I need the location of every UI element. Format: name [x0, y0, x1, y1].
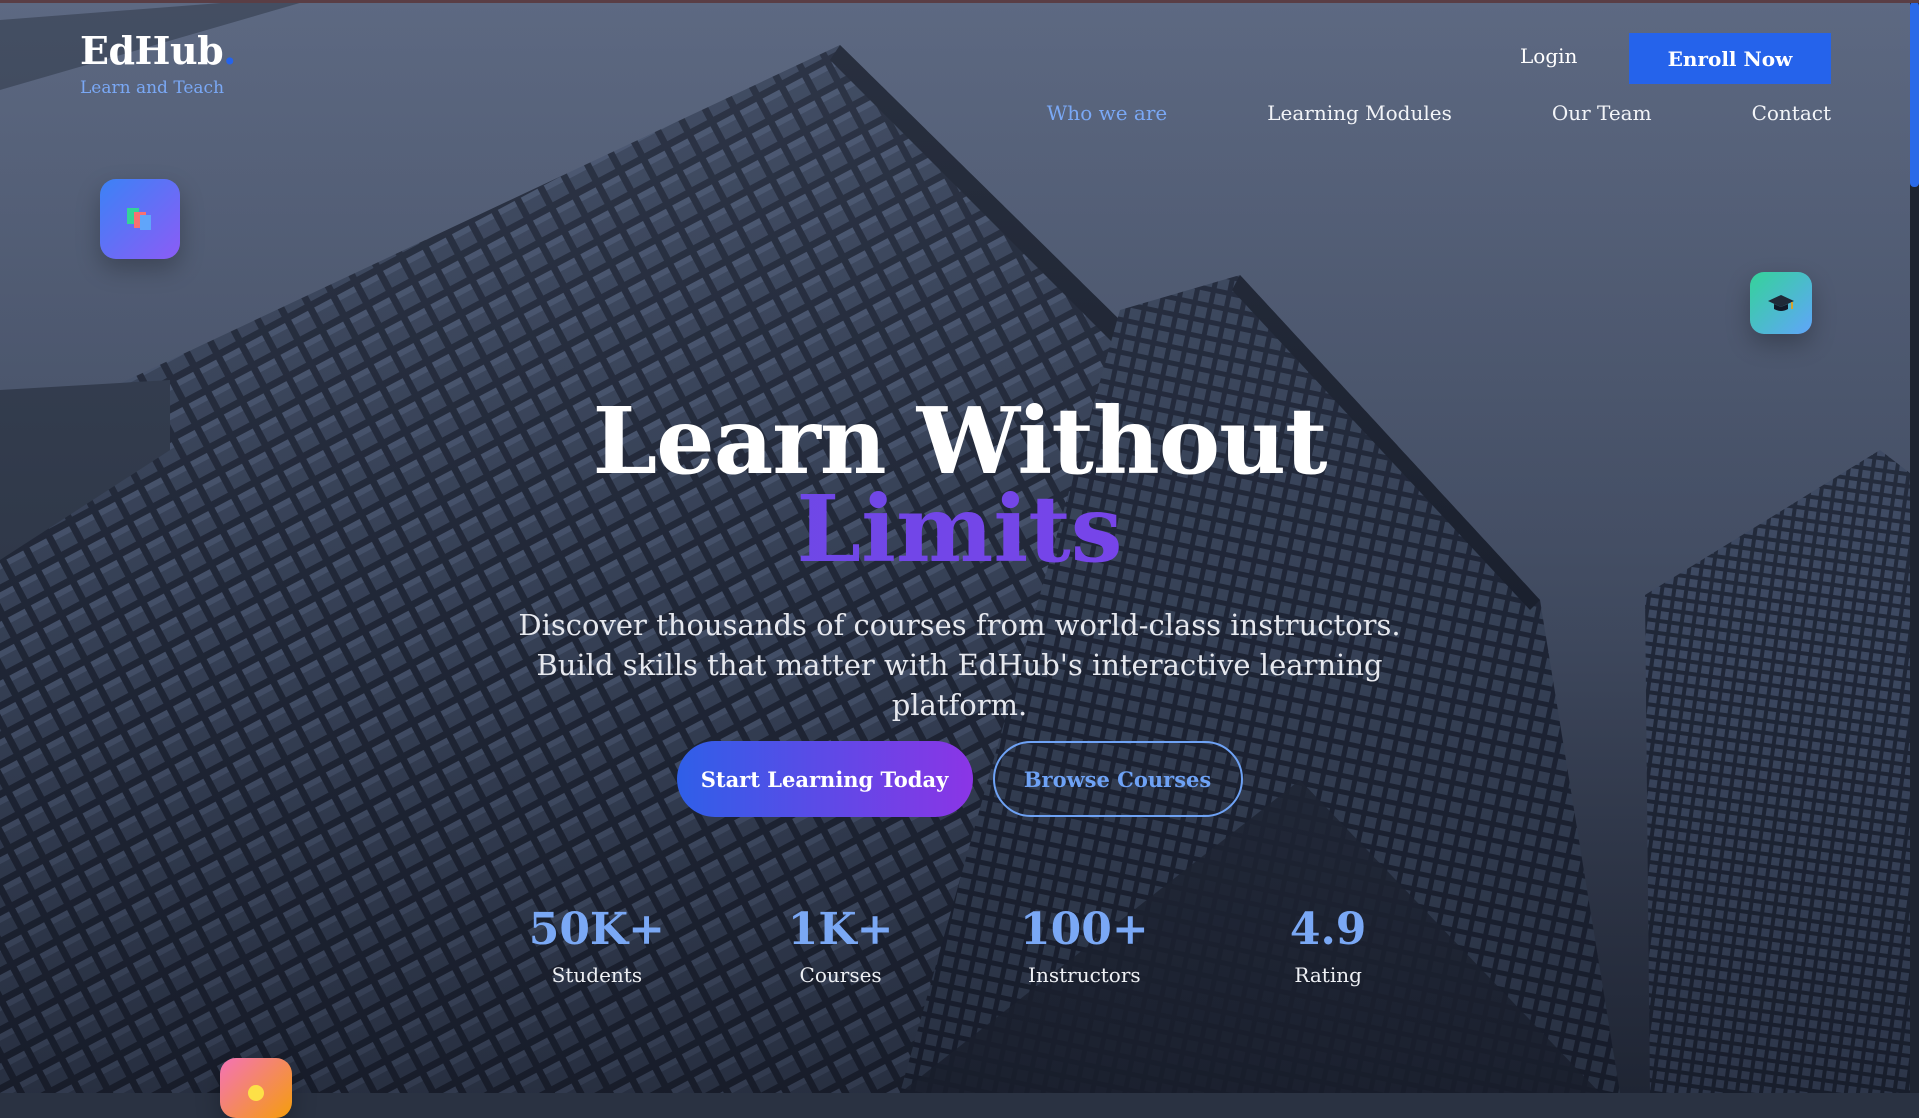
stat-label: Instructors: [1028, 963, 1141, 987]
stat-value: 4.9: [1289, 904, 1367, 955]
nav-item-learning-modules[interactable]: Learning Modules: [1267, 101, 1452, 125]
brand-tagline: Learn and Teach: [80, 78, 225, 98]
stats-row: 50K+ Students 1K+ Courses 100+ Instructo…: [475, 904, 1450, 988]
enroll-now-button[interactable]: Enroll Now: [1629, 33, 1831, 84]
books-icon: [100, 179, 180, 259]
stat-value: 100+: [1020, 904, 1149, 955]
brand-dot: .: [223, 28, 236, 73]
stat-courses: 1K+ Courses: [719, 904, 963, 988]
main-nav: Who we are Learning Modules Our Team Con…: [1047, 101, 1831, 125]
stat-value: 1K+: [787, 904, 894, 955]
stat-students: 50K+ Students: [475, 904, 719, 988]
cta-row: Start Learning Today Browse Courses: [0, 741, 1919, 817]
hero-subtitle: Discover thousands of courses from world…: [518, 608, 1401, 722]
graduation-cap-icon: [1750, 272, 1812, 334]
nav-item-our-team[interactable]: Our Team: [1552, 101, 1652, 125]
nav-item-who-we-are[interactable]: Who we are: [1047, 101, 1167, 125]
browse-courses-button[interactable]: Browse Courses: [992, 741, 1243, 817]
login-link[interactable]: Login: [1520, 44, 1577, 68]
hero-title: Learn Without: [592, 387, 1327, 495]
brand-logo: EdHub.: [80, 28, 236, 74]
stat-label: Courses: [799, 963, 882, 987]
scrollbar-thumb[interactable]: [1910, 2, 1919, 187]
stat-label: Rating: [1294, 963, 1362, 987]
nav-item-contact[interactable]: Contact: [1752, 101, 1831, 125]
brand-name-text: EdHub: [80, 28, 224, 73]
top-border: [0, 0, 1919, 3]
brand[interactable]: EdHub. Learn and Teach: [80, 28, 236, 98]
stat-label: Students: [551, 963, 643, 987]
hero-section: Learn Without Limits Discover thousands …: [0, 395, 1919, 725]
stat-instructors: 100+ Instructors: [963, 904, 1207, 988]
scrollbar[interactable]: [1910, 0, 1919, 1093]
start-learning-button[interactable]: Start Learning Today: [676, 741, 973, 817]
lightbulb-icon: [220, 1058, 292, 1118]
stat-rating: 4.9 Rating: [1206, 904, 1450, 988]
hero-title-highlight: Limits: [0, 483, 1919, 575]
stat-value: 50K+: [528, 904, 666, 955]
